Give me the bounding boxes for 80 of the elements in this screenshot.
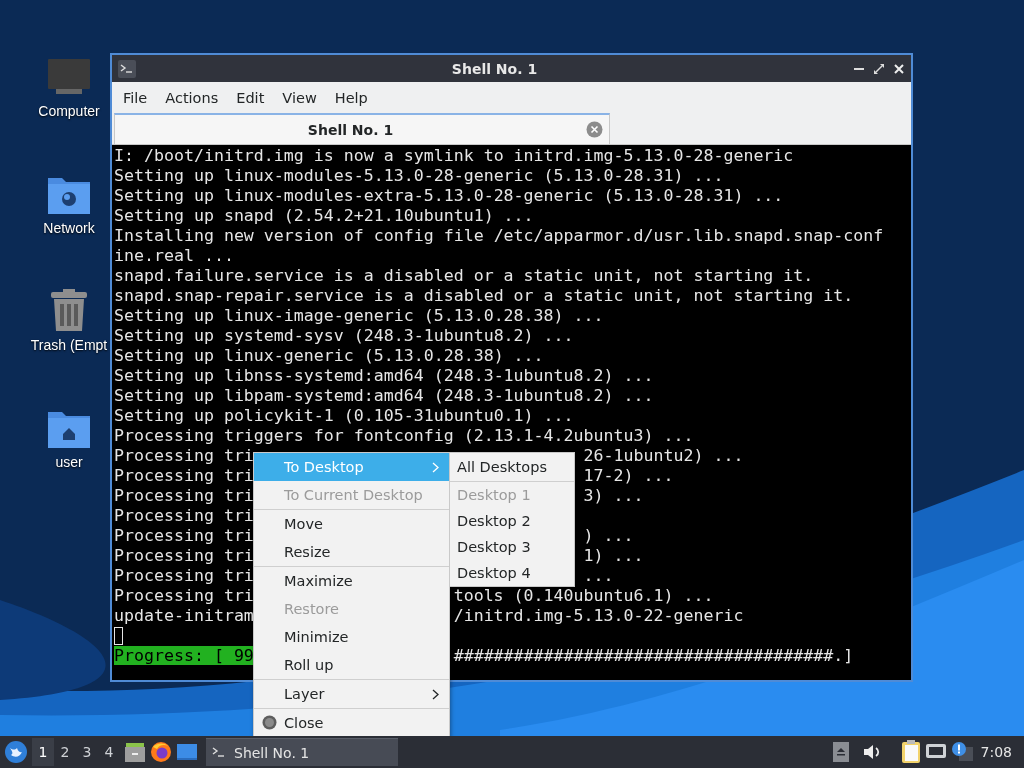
terminal-text: tools (0.140ubuntu6.1) ...: [453, 586, 714, 606]
menu-item[interactable]: Layer: [254, 680, 449, 708]
menu-item[interactable]: Desktop 4: [450, 560, 574, 586]
terminal-text: 17-2) ...: [583, 466, 674, 486]
workspace-button[interactable]: 4: [98, 738, 120, 766]
terminal-text: Processing tri: [114, 506, 254, 525]
progress-label: Progress: [ 99: [114, 646, 254, 665]
terminal-text: Setting up systemd-sysv (248.3-1ubuntu8.2) ...: [114, 326, 574, 345]
terminal-text: snapd.failure.service is a disabled or a static unit, not starting it.: [114, 266, 814, 285]
terminal-text: Installing new version of config file /etc/apparmor.d/usr.lib.snapd.snap-conf: [114, 226, 884, 245]
menu-item[interactable]: Move: [254, 510, 449, 538]
menu-bar-item[interactable]: Edit: [227, 89, 274, 106]
menu-bar-item[interactable]: File: [114, 89, 157, 106]
menu-item[interactable]: Maximize: [254, 567, 449, 595]
terminal-text: ...: [583, 566, 614, 586]
close-icon[interactable]: [893, 62, 905, 75]
menu-item[interactable]: All Desktops: [450, 453, 574, 481]
terminal-text: Setting up snapd (2.54.2+21.10ubuntu1) ...: [114, 206, 534, 225]
menu-item[interactable]: Roll up: [254, 651, 449, 679]
menu-bar-item[interactable]: Actions: [156, 89, 228, 106]
workspace-button[interactable]: 2: [54, 738, 76, 766]
notification-icon[interactable]: [950, 741, 973, 763]
terminal-text: Processing tri: [114, 586, 254, 605]
terminal-text: Processing triggers for fontconfig (2.13.1-4.2ubuntu3) ...: [114, 426, 694, 445]
terminal-text: /initrd.img-5.13.0-22-generic: [453, 606, 744, 626]
menu-item[interactable]: Resize: [254, 538, 449, 566]
window-title: Shell No. 1: [450, 60, 539, 77]
desktop-icon-label[interactable]: Trash (Empt: [30, 337, 108, 353]
terminal-text: I: /boot/initrd.img is now a symlink to initrd.img-5.13.0-28-generic: [114, 146, 794, 165]
menu-bar-item[interactable]: Help: [325, 89, 377, 106]
file-cabinet-icon[interactable]: [124, 741, 146, 763]
home-folder-icon: [48, 410, 90, 448]
terminal-text: Setting up linux-image-generic (5.13.0.28.38) ...: [114, 306, 604, 325]
terminal-text: ######################################.]: [453, 646, 854, 666]
menu-item[interactable]: Desktop 2: [450, 508, 574, 534]
terminal-text: ine.real ...: [114, 246, 234, 265]
desktop-icon-label[interactable]: Computer: [38, 103, 100, 119]
terminal-text: Setting up libnss-systemd:amd64 (248.3-1ubuntu8.2) ...: [114, 366, 654, 385]
network-icon[interactable]: [924, 743, 947, 761]
workspace-button[interactable]: 1: [32, 738, 54, 766]
terminal-text: Setting up policykit-1 (0.105-31ubuntu0.1) ...: [114, 406, 574, 425]
chevron-right-icon: [432, 461, 439, 473]
text-cursor: [114, 627, 123, 645]
terminal-text: ) ...: [583, 526, 634, 546]
task-button[interactable]: Shell No. 1: [206, 738, 398, 766]
terminal-text: Setting up libpam-systemd:amd64 (248.3-1ubuntu8.2) ...: [114, 386, 654, 405]
menu-item[interactable]: Minimize: [254, 623, 449, 651]
clock: 7:08: [979, 744, 1013, 760]
tab[interactable]: Shell No. 1: [114, 113, 610, 144]
browser-icon[interactable]: [150, 741, 172, 763]
start-menu-icon[interactable]: [4, 740, 28, 764]
maximize-icon[interactable]: [873, 62, 885, 75]
terminal-text: snapd.snap-repair.service is a disabled or a static unit, not starting it.: [114, 286, 854, 305]
terminal-text: Processing tri: [114, 446, 254, 465]
menu-item[interactable]: Desktop 3: [450, 534, 574, 560]
clipboard-icon[interactable]: [900, 740, 921, 764]
close-icon: [262, 715, 277, 730]
chevron-right-icon: [432, 688, 439, 700]
menu-bar-item[interactable]: View: [273, 89, 326, 106]
monitor-icon: [48, 59, 90, 97]
terminal-icon: [118, 59, 136, 78]
workspace-button[interactable]: 3: [76, 738, 98, 766]
terminal-text: Setting up linux-modules-5.13.0-28-generic (5.13.0-28.31) ...: [114, 166, 724, 185]
show-desktop-icon[interactable]: [176, 742, 198, 762]
terminal-text: Processing tri: [114, 546, 254, 565]
eject-icon[interactable]: [832, 742, 849, 762]
terminal-text: 26-1ubuntu2) ...: [583, 446, 744, 466]
terminal-text: 1) ...: [583, 546, 644, 566]
terminal-text: Processing tri: [114, 526, 254, 545]
trash-icon: [50, 289, 88, 331]
terminal-text: Processing tri: [114, 466, 254, 485]
terminal-text: Setting up linux-generic (5.13.0.28.38) ...: [114, 346, 544, 365]
desktop-icon-label[interactable]: user: [55, 454, 83, 470]
terminal-text: Processing tri: [114, 486, 254, 505]
desktop-icon-label[interactable]: Network: [43, 220, 95, 236]
terminal-text: Processing tri: [114, 566, 254, 585]
terminal-text: Setting up linux-modules-extra-5.13.0-28-generic (5.13.0-28.31) ...: [114, 186, 784, 205]
close-tab-icon[interactable]: [586, 121, 603, 138]
terminal-text: 3) ...: [583, 486, 644, 506]
terminal-text: update-initram: [114, 606, 254, 625]
